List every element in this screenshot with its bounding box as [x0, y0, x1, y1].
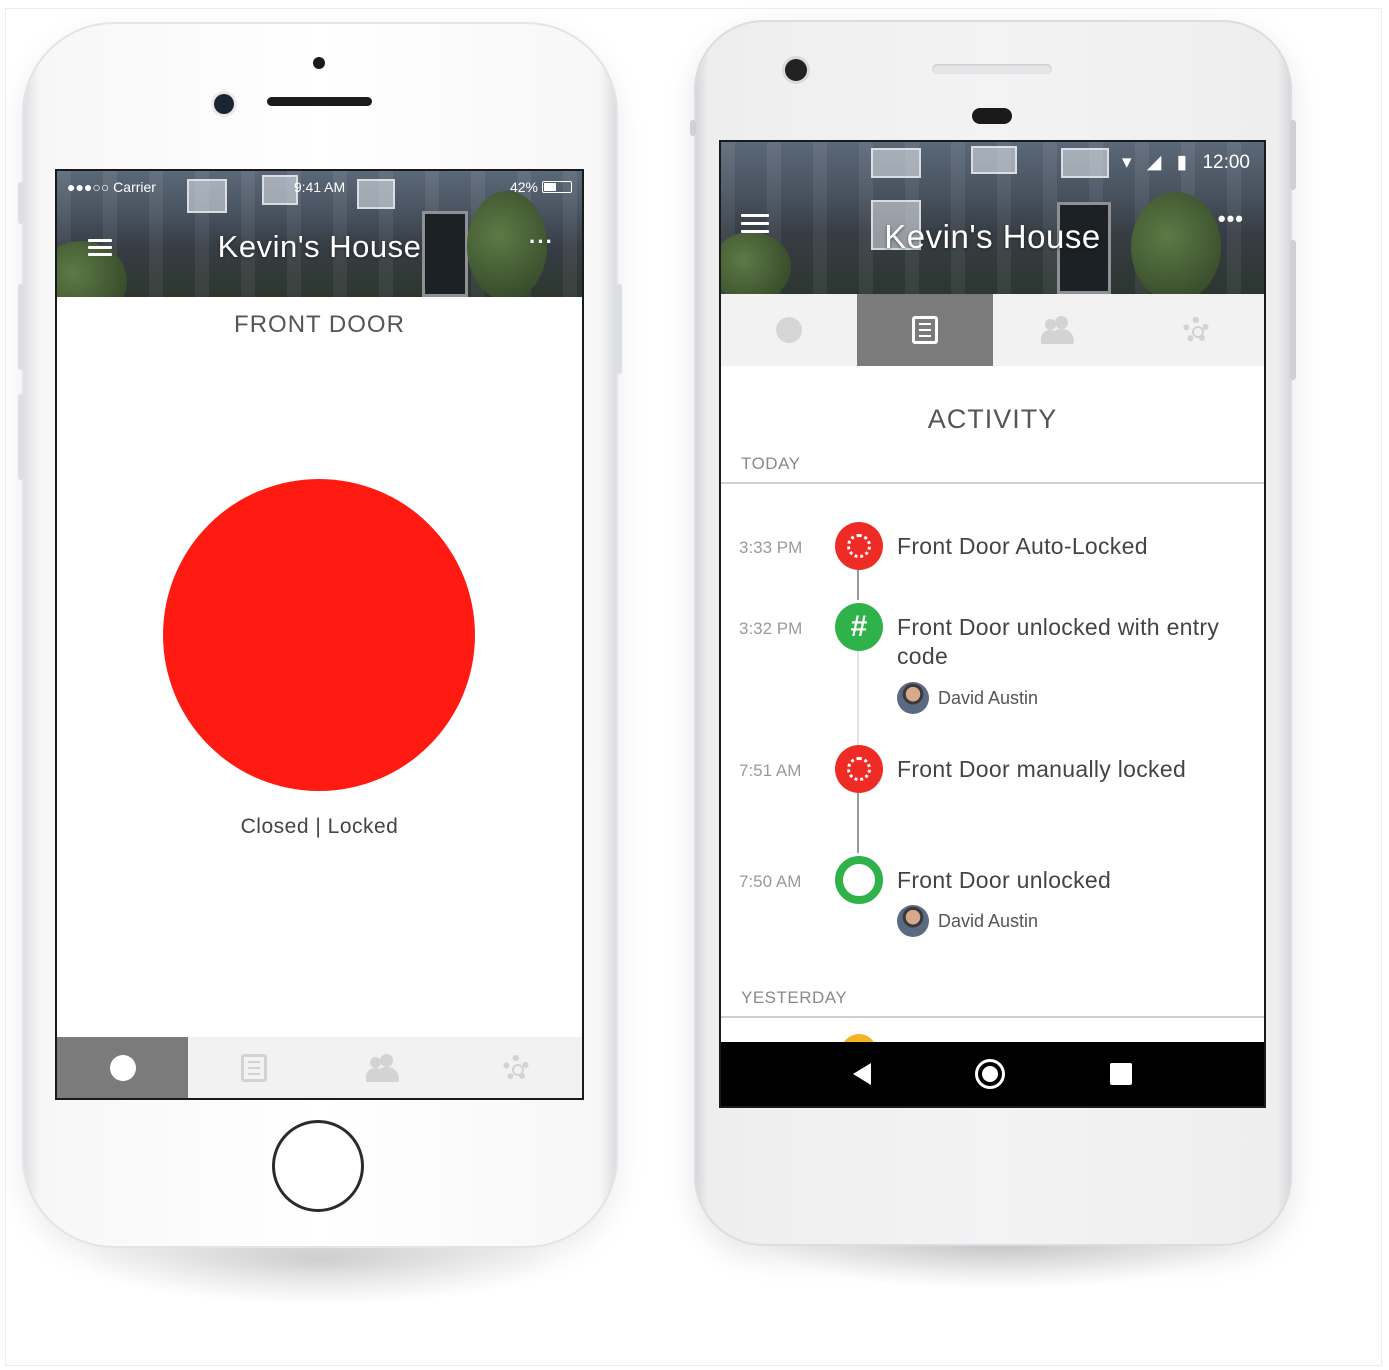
house-header-image: ▾ ◢ ▮ 12:00 Kevin's House ••• [721, 142, 1264, 294]
timeline-connector [857, 793, 859, 853]
event-text: Front Door Auto-Locked [897, 533, 1148, 559]
home-icon[interactable] [975, 1059, 1006, 1089]
event-time: 7:51 AM [739, 761, 802, 780]
event-user: David Austin [897, 682, 1038, 714]
section-divider [721, 482, 1264, 484]
door-title: FRONT DOOR [234, 311, 405, 338]
back-icon[interactable] [853, 1063, 872, 1085]
avatar [897, 905, 929, 937]
hash-icon: # [835, 603, 883, 651]
front-camera [785, 59, 807, 81]
speaker-grille [932, 64, 1052, 74]
section-divider [721, 1016, 1264, 1018]
house-window [871, 148, 921, 178]
yesterday-label: YESTERDAY [741, 988, 848, 1007]
user-name: David Austin [938, 910, 1039, 931]
activity-title: ACTIVITY [927, 404, 1058, 434]
tab-activity[interactable] [188, 1037, 319, 1098]
android-status-bar: ▾ ◢ ▮ 12:00 [1122, 151, 1250, 174]
user-name: David Austin [938, 687, 1039, 708]
tab-lock[interactable] [721, 294, 857, 366]
battery-icon: ▮ [1176, 152, 1188, 173]
power-button [1290, 120, 1296, 190]
tab-users[interactable] [320, 1037, 451, 1098]
home-button[interactable] [272, 1120, 364, 1212]
lock-status-text: Closed | Locked [240, 815, 399, 838]
users-icon [366, 1053, 404, 1082]
avatar [897, 682, 929, 714]
event-user: David Austin [897, 905, 1038, 937]
more-options-icon[interactable]: ··· [529, 229, 554, 255]
event-text: Front Door unlocked [897, 867, 1112, 893]
iphone-screen: ●●●○○ Carrier 9:41 AM 42% Kevin's House … [55, 169, 584, 1100]
timeline-connector [857, 570, 859, 600]
android-tab-bar [721, 294, 1264, 366]
android-screen: ▾ ◢ ▮ 12:00 Kevin's House ••• ACTIVITY T… [719, 140, 1266, 1108]
battery-indicator: 42% [510, 179, 572, 195]
event-text: Front Door manually locked [897, 756, 1187, 782]
volume-down-button [18, 394, 24, 480]
event-time: 7:50 AM [739, 872, 802, 891]
house-title: Kevin's House [884, 218, 1101, 255]
dot-icon [109, 1054, 136, 1081]
power-button [616, 284, 622, 374]
event-text: Front Door unlocked with entry code [897, 614, 1220, 669]
volume-rocker [1290, 240, 1296, 380]
lock-icon [835, 745, 883, 793]
house-window [1061, 148, 1109, 178]
dot-icon [775, 317, 802, 343]
gear-icon [503, 1054, 530, 1081]
android-device: ▾ ◢ ▮ 12:00 Kevin's House ••• ACTIVITY T… [690, 20, 1296, 1246]
gear-icon [1183, 317, 1210, 343]
lock-toggle-button[interactable] [163, 479, 475, 791]
proximity-sensor [313, 57, 325, 69]
side-button [690, 120, 696, 136]
front-camera [214, 94, 234, 114]
earpiece-speaker [267, 97, 372, 106]
tab-users[interactable] [993, 294, 1129, 366]
lock-icon [835, 522, 883, 570]
tab-activity[interactable] [856, 294, 993, 366]
tab-settings[interactable] [451, 1037, 582, 1098]
signal-icon: ◢ [1146, 152, 1162, 173]
status-time: 12:00 [1202, 152, 1250, 173]
wifi-icon: ▾ [1121, 152, 1132, 173]
ios-status-bar: ●●●○○ Carrier 9:41 AM 42% [67, 179, 572, 197]
battery-percent: 42% [509, 179, 538, 195]
earpiece-speaker [972, 108, 1012, 124]
event-time: 3:32 PM [739, 619, 803, 638]
users-icon [1041, 316, 1079, 344]
event-time: 3:33 PM [739, 538, 803, 557]
list-icon [911, 316, 938, 344]
house-window [971, 146, 1017, 174]
list-icon [240, 1053, 267, 1082]
timeline-connector [857, 651, 859, 745]
house-title: Kevin's House [217, 229, 422, 264]
house-header-image: ●●●○○ Carrier 9:41 AM 42% Kevin's House … [57, 171, 582, 297]
unlock-ring-icon [835, 856, 883, 904]
tab-settings[interactable] [1128, 294, 1264, 366]
ios-tab-bar [57, 1037, 582, 1098]
tab-lock[interactable] [57, 1037, 189, 1098]
today-label: TODAY [741, 454, 801, 473]
android-nav-bar [721, 1042, 1264, 1106]
iphone-device: ●●●○○ Carrier 9:41 AM 42% Kevin's House … [18, 22, 622, 1248]
volume-up-button [18, 284, 24, 370]
battery-icon [542, 181, 572, 193]
mute-switch [18, 182, 24, 224]
more-options-icon[interactable]: ••• [1218, 206, 1244, 232]
recents-icon[interactable] [1109, 1063, 1132, 1085]
status-time: 9:41 AM [293, 179, 346, 195]
